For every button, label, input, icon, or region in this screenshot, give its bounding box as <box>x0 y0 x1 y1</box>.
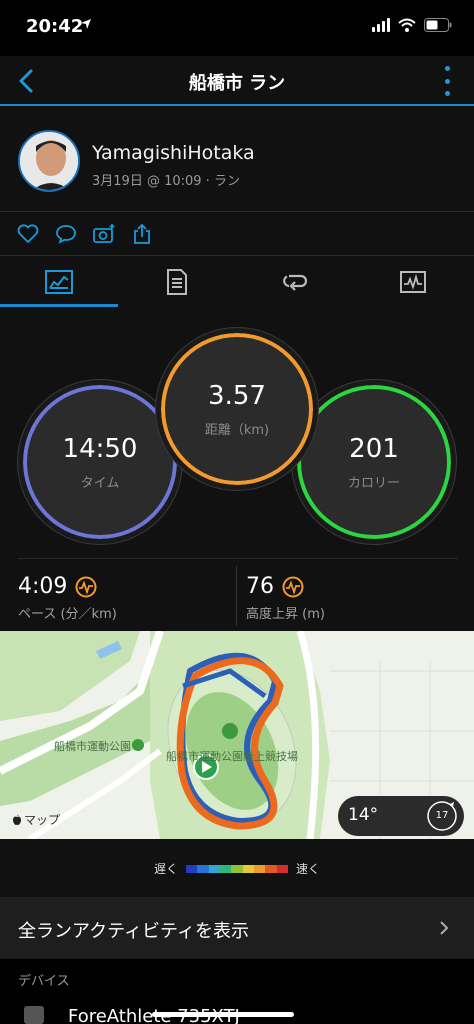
calories-label: カロリー <box>347 475 400 491</box>
overview-tab-icon <box>45 270 73 294</box>
elevation-metric: 76 高度上昇 (m) <box>246 574 325 622</box>
page-title: 船橋市 ラン <box>188 73 286 94</box>
active-tab-indicator <box>0 304 118 307</box>
pace-metric: 4:09 ペース (分／km) <box>18 574 117 622</box>
pace-color-swatch <box>253 865 266 873</box>
home-indicator[interactable] <box>152 1012 294 1017</box>
pace-color-scale <box>186 865 288 873</box>
device-row[interactable]: ForeAthlete 735XTJ <box>0 998 474 1024</box>
pace-color-swatch <box>242 865 254 873</box>
add-photo-icon[interactable] <box>92 222 116 246</box>
elevation-label: 高度上昇 (m) <box>246 607 325 622</box>
all-run-activities-row[interactable]: 全ランアクティビティを表示 <box>0 897 474 959</box>
distance-circle: 3.57 距離（km) <box>156 328 318 490</box>
user-name[interactable]: YamagishiHotaka <box>92 142 255 164</box>
comment-icon[interactable] <box>54 222 78 246</box>
tab-laps[interactable] <box>236 256 354 308</box>
attribution-text: マップ <box>24 813 61 827</box>
weather-badge: 14° 17 <box>338 796 464 836</box>
tab-charts[interactable] <box>354 256 472 308</box>
park-label: 船橋市運動公園 <box>54 740 131 753</box>
share-icon[interactable] <box>130 222 154 246</box>
pace-value: 4:09 <box>18 574 68 599</box>
tab-overview[interactable] <box>0 256 118 308</box>
legend-slow-label: 遅く <box>154 862 179 876</box>
pace-color-swatch <box>276 865 288 873</box>
distance-label: 距離（km) <box>204 422 270 438</box>
elevation-pulse-icon <box>282 576 304 597</box>
wind-speed: 17 <box>435 810 449 821</box>
cellular-signal-icon <box>372 18 390 32</box>
pace-color-swatch <box>197 865 209 873</box>
all-run-activities-label: 全ランアクティビティを表示 <box>18 921 249 942</box>
route-map[interactable]: 船橋市運動公園 船橋市運動公園陸上競技場 マップ 14° 17 <box>0 631 474 839</box>
watch-icon <box>24 1006 44 1024</box>
pace-color-swatch <box>186 865 198 873</box>
profile-header: YamagishiHotaka 3月19日 @ 10:09 · ラン <box>0 106 474 212</box>
pace-color-swatch <box>208 865 220 873</box>
maps-attribution: マップ <box>12 811 60 828</box>
chevron-right-icon <box>440 921 449 935</box>
time-value: 14:50 <box>62 433 138 464</box>
social-actions-row <box>0 212 474 256</box>
stats-divider <box>18 558 458 559</box>
laps-loop-icon <box>283 274 308 291</box>
status-indicators <box>372 18 452 32</box>
battery-icon <box>424 18 452 32</box>
pace-color-swatch <box>219 865 232 873</box>
wifi-icon <box>398 18 416 32</box>
location-arrow-icon <box>81 19 91 29</box>
distance-value: 3.57 <box>208 380 266 411</box>
calories-value: 201 <box>349 433 399 464</box>
stats-document-icon <box>167 269 187 295</box>
nav-bar: 船橋市 ラン <box>0 56 474 106</box>
status-bar: 20:42 <box>0 0 474 56</box>
pace-color-swatch <box>231 865 243 873</box>
tab-stats[interactable] <box>118 256 236 308</box>
pace-color-swatch <box>265 865 277 873</box>
pace-pulse-icon <box>75 576 97 597</box>
like-heart-icon[interactable] <box>16 222 40 246</box>
charts-graph-icon <box>400 271 426 293</box>
devices-section-title: デバイス <box>18 974 70 989</box>
status-time: 20:42 <box>26 16 84 37</box>
pace-label: ペース (分／km) <box>18 607 117 622</box>
time-label: タイム <box>80 475 120 491</box>
legend-fast-label: 速く <box>296 862 321 876</box>
more-options-icon[interactable] <box>440 66 454 96</box>
avatar[interactable] <box>18 130 80 192</box>
temperature-value: 14° <box>348 805 379 825</box>
activity-date: 3月19日 @ 10:09 · ラン <box>92 174 240 189</box>
detail-tabs <box>0 256 474 308</box>
pace-legend: 遅く 速く <box>0 839 474 897</box>
apple-logo-icon <box>13 814 21 825</box>
metric-divider <box>236 566 237 626</box>
stats-panel: 14:50 タイム 201 カロリー 3.57 距離（km) 4:09 ペース … <box>0 308 474 631</box>
stadium-label: 船橋市運動公園陸上競技場 <box>166 750 298 763</box>
elevation-value: 76 <box>246 574 274 599</box>
